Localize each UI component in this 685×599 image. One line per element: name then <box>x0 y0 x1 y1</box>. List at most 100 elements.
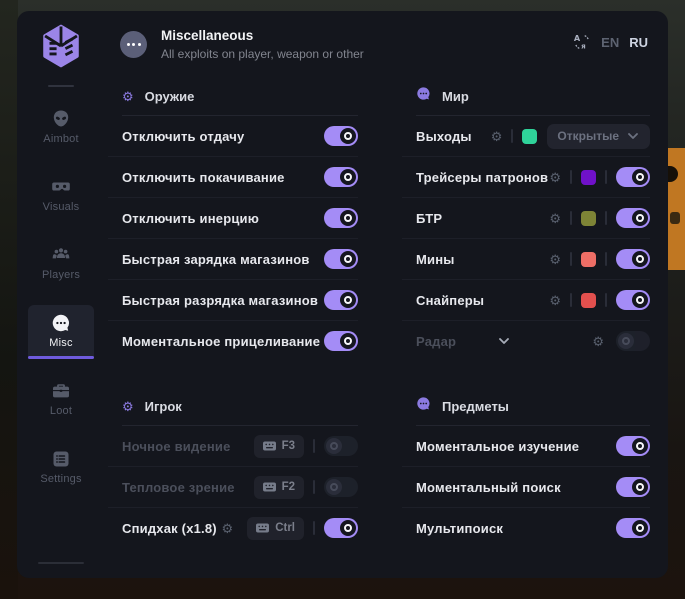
row-controls: ⚙ <box>549 290 650 310</box>
feature-row: Тепловое зрениеF2 <box>108 466 358 507</box>
toggle-knob <box>632 520 648 536</box>
chevron-down-icon[interactable] <box>497 334 511 348</box>
lang-en-button[interactable]: EN <box>601 35 619 50</box>
toggle-knob-ring <box>636 255 644 263</box>
toggle-switch[interactable] <box>324 208 358 228</box>
feature-label: Спидхак (x1.8) <box>122 521 222 536</box>
feature-row: Ночное видениеF3 <box>108 426 358 466</box>
gear-icon[interactable]: ⚙ <box>549 171 561 184</box>
toggle-switch[interactable] <box>616 208 650 228</box>
gear-icon[interactable]: ⚙ <box>549 253 561 266</box>
toggle-switch[interactable] <box>324 167 358 187</box>
sidebar-item-label: Aimbot <box>43 133 78 145</box>
gear-icon[interactable]: ⚙ <box>222 522 234 535</box>
color-swatch[interactable] <box>581 170 596 185</box>
toggle-switch[interactable] <box>324 331 358 351</box>
feature-row: Моментальное изучение <box>402 426 650 466</box>
feature-row: Отключить покачивание <box>108 156 358 197</box>
toggle-switch[interactable] <box>616 290 650 310</box>
chevron-down-icon <box>626 129 640 143</box>
cheat-menu-window: Aimbot Visuals Players Misc Loot Settings Mis… <box>17 11 668 578</box>
toggle-knob-ring <box>344 296 352 304</box>
control-divider <box>605 170 607 184</box>
toggle-knob <box>326 479 342 495</box>
page-header: Miscellaneous All exploits on player, we… <box>105 11 668 61</box>
control-divider <box>570 211 572 225</box>
toggle-switch[interactable] <box>616 518 650 538</box>
control-divider <box>570 170 572 184</box>
content-columns: ⚙ОружиеОтключить отдачуОтключить покачив… <box>108 87 668 578</box>
toggle-knob <box>632 169 648 185</box>
sidebar-item-visuals[interactable]: Visuals <box>28 169 94 221</box>
row-controls <box>324 167 358 187</box>
language-switch: A я EN RU <box>573 33 648 51</box>
gear-icon[interactable]: ⚙ <box>491 130 503 143</box>
gear-icon[interactable]: ⚙ <box>592 335 604 348</box>
keyboard-icon <box>256 523 269 533</box>
toggle-knob <box>632 292 648 308</box>
toggle-switch[interactable] <box>616 331 650 351</box>
hotkey-badge[interactable]: F3 <box>254 435 304 458</box>
toggle-switch[interactable] <box>324 436 358 456</box>
feature-row: Спидхак (x1.8)⚙ Ctrl <box>108 507 358 548</box>
sidebar-item-loot[interactable]: Loot <box>28 373 94 425</box>
row-controls <box>616 436 650 456</box>
keyboard-icon <box>263 441 276 451</box>
sidebar-item-settings[interactable]: Settings <box>28 441 94 493</box>
gear-icon[interactable]: ⚙ <box>549 212 561 225</box>
feature-label: Моментальное изучение <box>416 439 616 454</box>
toggle-switch[interactable] <box>324 477 358 497</box>
hotkey-badge[interactable]: F2 <box>254 476 304 499</box>
feature-label: Снайперы <box>416 293 549 308</box>
section-rows: Моментальное изучениеМоментальный поискМ… <box>402 426 650 548</box>
row-controls <box>324 249 358 269</box>
feature-row: Отключить отдачу <box>108 116 358 156</box>
toggle-switch[interactable] <box>324 126 358 146</box>
control-divider <box>605 211 607 225</box>
people-icon <box>51 245 71 265</box>
row-controls: F3 <box>254 435 358 458</box>
toggle-knob <box>340 169 356 185</box>
feature-row: Быстрая разрядка магазинов <box>108 279 358 320</box>
toggle-knob <box>340 128 356 144</box>
color-swatch[interactable] <box>581 252 596 267</box>
feature-row: Трейсеры патронов⚙ <box>402 156 650 197</box>
toggle-switch[interactable] <box>324 518 358 538</box>
sidebar-item-label: Settings <box>40 473 81 485</box>
translate-icon[interactable]: A я <box>573 33 591 51</box>
row-controls <box>324 208 358 228</box>
color-swatch[interactable] <box>581 211 596 226</box>
sidebar-divider <box>48 85 74 87</box>
toggle-knob-ring <box>636 173 644 181</box>
toggle-switch[interactable] <box>324 290 358 310</box>
toggle-knob <box>340 292 356 308</box>
control-divider <box>570 293 572 307</box>
toggle-switch[interactable] <box>616 477 650 497</box>
exits-dropdown[interactable]: Открытые <box>547 124 650 149</box>
feature-row: Моментальное прицеливание <box>108 320 358 361</box>
gear-icon[interactable]: ⚙ <box>549 294 561 307</box>
color-swatch[interactable] <box>581 293 596 308</box>
toggle-switch[interactable] <box>616 167 650 187</box>
toggle-knob <box>632 479 648 495</box>
hotkey-badge[interactable]: Ctrl <box>247 517 304 540</box>
main-panel: Miscellaneous All exploits on player, we… <box>105 11 668 578</box>
page-subtitle: All exploits on player, weapon or other <box>161 47 364 61</box>
toggle-knob-ring <box>344 524 352 532</box>
color-swatch[interactable] <box>522 129 537 144</box>
sidebar-item-aimbot[interactable]: Aimbot <box>28 101 94 153</box>
sidebar-item-label: Visuals <box>43 201 80 213</box>
toggle-switch[interactable] <box>616 436 650 456</box>
row-controls <box>324 331 358 351</box>
feature-label: БТР <box>416 211 549 226</box>
hotkey-label: F2 <box>282 481 295 493</box>
lang-ru-button[interactable]: RU <box>629 35 648 50</box>
sidebar-item-misc[interactable]: Misc <box>28 305 94 357</box>
toggle-switch[interactable] <box>324 249 358 269</box>
toggle-knob <box>340 210 356 226</box>
control-divider <box>605 252 607 266</box>
toggle-knob <box>632 251 648 267</box>
toggle-switch[interactable] <box>616 249 650 269</box>
section-header-player: ⚙Игрок <box>122 397 358 415</box>
sidebar-item-players[interactable]: Players <box>28 237 94 289</box>
